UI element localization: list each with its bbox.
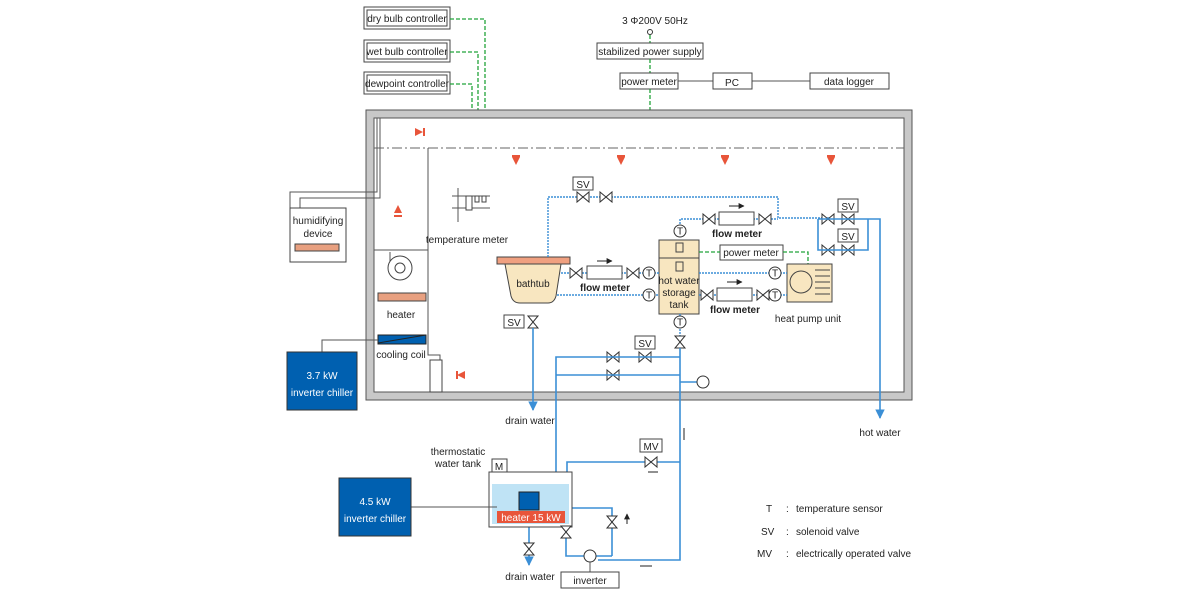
svg-text::: :: [786, 549, 789, 560]
svg-text:device: device: [304, 229, 333, 240]
dry-bulb-controller: dry bulb controller: [367, 14, 447, 25]
heater-element: [377, 292, 427, 302]
data-logger: data logger: [824, 77, 875, 88]
pc: PC: [725, 78, 739, 89]
dewpoint-controller: dewpoint controller: [365, 79, 450, 90]
wet-bulb-controller: wet bulb controller: [365, 47, 448, 58]
power-meter: power meter: [621, 77, 677, 88]
svg-text:temperature meter: temperature meter: [426, 235, 509, 246]
svg-text:MV: MV: [757, 549, 772, 560]
svg-text:storage: storage: [662, 288, 696, 299]
thermostatic-water-tank: thermostatic water tank M heater 15 kW: [411, 447, 573, 528]
legend: T : temperature sensor SV : solenoid val…: [757, 504, 911, 560]
pressure-gauge-icon: [696, 375, 710, 389]
tank-power-meter: power meter: [723, 248, 779, 259]
drain-water-label-2: drain water: [505, 572, 555, 583]
svg-text:electrically operated valve: electrically operated valve: [796, 549, 911, 560]
svg-text:temperature sensor: temperature sensor: [796, 504, 883, 515]
svg-text:SV: SV: [841, 232, 855, 243]
power-source-label: 3 Φ200V 50Hz: [622, 16, 688, 27]
hot-water-label: hot water: [859, 428, 901, 439]
chiller-4-5kw: 4.5 kW inverter chiller: [338, 477, 412, 537]
svg-text:heat pump unit: heat pump unit: [775, 314, 841, 325]
chiller-3-7kw: 3.7 kW inverter chiller: [286, 339, 378, 411]
svg-text:water tank: water tank: [434, 459, 482, 470]
svg-text:MV: MV: [644, 442, 659, 453]
svg-text:inverter chiller: inverter chiller: [291, 388, 354, 399]
svg-text::: :: [786, 504, 789, 515]
svg-text:4.5 kW: 4.5 kW: [359, 497, 391, 508]
svg-text:solenoid valve: solenoid valve: [796, 527, 860, 538]
experimental-setup-diagram: T dry bulb controller wet bulb controlle…: [286, 6, 913, 589]
svg-text:humidifying: humidifying: [293, 216, 344, 227]
svg-text:bathtub: bathtub: [516, 279, 550, 290]
stabilized-power-supply: stabilized power supply: [598, 47, 701, 58]
svg-text:tank: tank: [670, 300, 690, 311]
svg-text:SV: SV: [576, 180, 590, 191]
svg-text:hot water: hot water: [658, 276, 700, 287]
svg-text:SV: SV: [761, 527, 775, 538]
svg-text:3.7 kW: 3.7 kW: [306, 371, 338, 382]
tank-heater-label: heater 15 kW: [501, 513, 561, 524]
svg-text:SV: SV: [507, 318, 521, 329]
heater-label: heater: [387, 310, 416, 321]
svg-text:thermostatic: thermostatic: [431, 447, 485, 458]
svg-text:SV: SV: [638, 339, 652, 350]
svg-text:inverter chiller: inverter chiller: [344, 514, 407, 525]
svg-text:T: T: [766, 504, 772, 515]
svg-text:SV: SV: [841, 202, 855, 213]
humidifying-device: humidifying device: [289, 207, 347, 263]
inverter: inverter: [573, 576, 607, 587]
drain-water-label: drain water: [505, 416, 555, 427]
svg-text:M: M: [495, 462, 503, 473]
svg-text:flow meter: flow meter: [712, 229, 762, 240]
svg-text:flow meter: flow meter: [710, 305, 760, 316]
cooling-coil-label: cooling coil: [376, 350, 425, 361]
pump-icon: [583, 549, 597, 563]
svg-text:flow meter: flow meter: [580, 283, 630, 294]
svg-text::: :: [786, 527, 789, 538]
